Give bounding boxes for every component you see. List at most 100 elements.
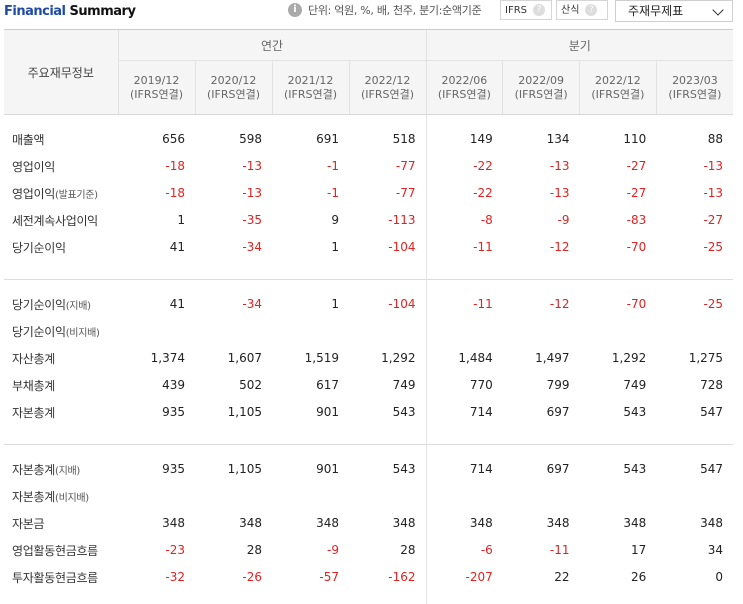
value-cell: -77 — [395, 186, 416, 200]
value-cell — [272, 318, 349, 345]
value-cell: 41 — [169, 297, 185, 311]
table-row: 당기순이익 41 -34 1 -104 -11 -12 -70 -25 — [4, 233, 733, 261]
value-cell: 518 — [392, 132, 416, 146]
value-cell — [118, 483, 195, 510]
spacer-cell — [195, 115, 272, 126]
value-cell: -77 — [395, 159, 416, 173]
value-cell — [580, 318, 657, 345]
spacer-cell — [579, 260, 657, 280]
row-label: 세전계속사업이익 — [4, 207, 118, 234]
row-label-main: 자산총계 — [12, 351, 55, 366]
value-cell: 543 — [392, 405, 416, 419]
spacer-cell — [118, 445, 195, 456]
value-cell: -27 — [626, 186, 647, 200]
value-cell: 348 — [425, 509, 503, 537]
spacer-cell — [349, 260, 427, 280]
value-cell: 749 — [392, 378, 416, 392]
help-icon[interactable]: ? — [585, 4, 598, 16]
value-cell: 543 — [623, 462, 647, 476]
info-icon[interactable]: i — [288, 3, 302, 17]
value-cell: -70 — [626, 297, 647, 311]
column-header: 2022/12 (IFRS연결) — [348, 60, 427, 115]
value-cell: -207 — [425, 563, 503, 591]
spacer-cell — [425, 444, 503, 456]
value-cell: 1,497 — [535, 351, 570, 365]
spacer-cell — [503, 591, 580, 604]
value-cell: -11 — [549, 543, 570, 557]
value-cell: 1 — [331, 297, 339, 311]
value-cell: 88 — [707, 132, 724, 146]
column-basis: (IFRS연결) — [591, 87, 645, 101]
row-label: 당기순이익(비지배) — [4, 318, 118, 345]
spacer-cell — [4, 260, 118, 280]
value-cell: -11 — [425, 233, 503, 261]
unit-note: 단위: 억원, %, 배, 천주, 분기:순액기준 — [308, 4, 482, 17]
row-label: 매출액 — [4, 126, 118, 153]
spacer-cell — [349, 115, 426, 126]
value-cell: 348 — [700, 516, 724, 530]
value-cell — [349, 483, 426, 510]
value-cell: 1,292 — [611, 351, 647, 365]
row-label-main: 영업이익 — [12, 159, 55, 174]
column-basis: (IFRS연결) — [668, 87, 722, 101]
row-label-sub: (비지배) — [54, 492, 89, 504]
value-cell: -25 — [703, 297, 724, 311]
spacer-cell — [195, 425, 272, 445]
value-cell: -27 — [703, 213, 724, 227]
statement-type-select[interactable]: 주재무제표 — [615, 0, 733, 22]
spacer-cell — [4, 115, 118, 126]
value-cell: 901 — [316, 462, 339, 476]
row-label: 영업활동현금흐름 — [4, 537, 118, 564]
value-cell: 935 — [162, 462, 185, 476]
value-cell: -11 — [425, 290, 503, 318]
value-cell: 901 — [316, 405, 339, 419]
column-basis: (IFRS연결) — [437, 87, 491, 101]
column-period: 2022/06 — [441, 73, 488, 87]
value-cell: 28 — [246, 543, 262, 557]
spacer-cell — [195, 445, 272, 456]
spacer-cell — [656, 445, 733, 456]
value-cell: -34 — [242, 240, 262, 254]
row-label: 영업이익 — [4, 153, 118, 180]
formula-toggle-button[interactable]: 산식? — [556, 0, 608, 20]
row-label: 투자활동현금흐름 — [4, 564, 118, 591]
value-cell: 9 — [331, 213, 339, 227]
spacer-cell — [349, 445, 426, 456]
spacer-cell — [272, 591, 349, 604]
group-quarter: 분기 — [425, 29, 734, 61]
value-cell: -22 — [425, 179, 503, 207]
spacer-cell — [579, 425, 657, 445]
value-cell: 0 — [715, 570, 724, 584]
column-basis: (IFRS연결) — [206, 87, 261, 101]
column-basis: (IFRS연결) — [514, 87, 568, 101]
value-cell: 770 — [425, 371, 503, 399]
spacer-cell — [272, 115, 349, 126]
spacer-cell — [349, 280, 426, 291]
row-label-main: 자본총계 — [12, 405, 55, 420]
formula-toggle-label: 산식 — [561, 5, 580, 16]
value-cell: 348 — [623, 516, 647, 530]
value-cell: -13 — [242, 186, 262, 200]
row-label-main: 자본금 — [12, 516, 45, 531]
spacer-cell — [580, 115, 657, 126]
value-cell: 1 — [331, 240, 339, 254]
column-basis: (IFRS연결) — [129, 87, 184, 101]
spacer-cell — [503, 280, 580, 291]
column-basis: (IFRS연결) — [361, 87, 415, 101]
help-icon[interactable]: ? — [533, 4, 545, 16]
value-cell: 1,484 — [425, 344, 503, 372]
table-row: 자본금 348 348 348 348 348 348 348 348 — [4, 509, 733, 537]
value-cell: 348 — [392, 516, 416, 530]
value-cell: -32 — [165, 570, 185, 584]
spacer-cell — [4, 591, 118, 604]
group-annual: 연간 — [117, 29, 427, 61]
value-cell: 149 — [425, 125, 503, 153]
row-label-sub: (비지배) — [65, 327, 100, 339]
value-cell — [580, 483, 657, 510]
value-cell — [118, 318, 195, 345]
row-label: 자본총계(비지배) — [4, 483, 118, 510]
ifrs-toggle-button[interactable]: IFRS? — [500, 0, 552, 20]
statement-type-value: 주재무제표 — [628, 4, 684, 18]
value-cell: -9 — [327, 543, 339, 557]
row-label: 자본총계(지배) — [4, 456, 118, 483]
